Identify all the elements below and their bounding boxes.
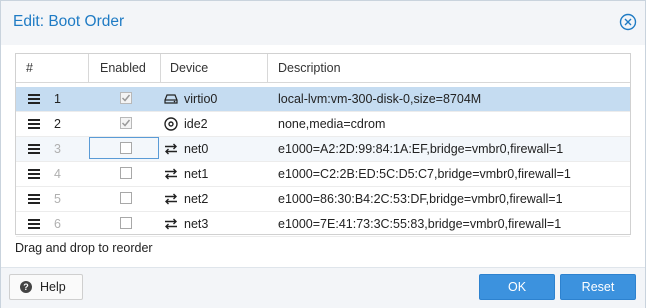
enabled-checkbox[interactable] bbox=[120, 117, 132, 129]
help-button[interactable]: ? Help bbox=[9, 274, 83, 300]
table-row[interactable]: 2 ide2 none,media=cdrom bbox=[16, 112, 630, 137]
device-name: net3 bbox=[184, 217, 209, 231]
dialog-title: Edit: Boot Order bbox=[13, 13, 125, 30]
device-description: local-lvm:vm-300-disk-0,size=8704M bbox=[278, 92, 482, 106]
row-number: 5 bbox=[54, 192, 61, 206]
row-number: 1 bbox=[54, 92, 61, 106]
drag-handle-icon[interactable] bbox=[28, 194, 40, 204]
device-name: net2 bbox=[184, 192, 209, 206]
ok-button[interactable]: OK bbox=[479, 274, 555, 300]
reset-button[interactable]: Reset bbox=[560, 274, 636, 300]
row-number: 4 bbox=[54, 167, 61, 181]
device-description: e1000=86:30:B4:2C:53:DF,bridge=vmbr0,fir… bbox=[278, 192, 563, 206]
table-row[interactable]: 3 net0 e1000=A2:2D:99:84:1A:EF,bridge=vm… bbox=[16, 137, 630, 162]
drag-handle-icon[interactable] bbox=[28, 219, 40, 229]
device-description: none,media=cdrom bbox=[278, 117, 386, 131]
cdrom-icon bbox=[164, 117, 178, 131]
help-icon: ? bbox=[20, 281, 32, 293]
device-name: net0 bbox=[184, 142, 209, 156]
hdd-icon bbox=[164, 94, 178, 104]
device-name: ide2 bbox=[184, 117, 208, 131]
help-button-label: Help bbox=[40, 280, 66, 294]
grid-header: # Enabled Device Description bbox=[16, 54, 630, 83]
device-description: e1000=C2:2B:ED:5C:D5:C7,bridge=vmbr0,fir… bbox=[278, 167, 571, 181]
close-icon[interactable] bbox=[619, 13, 637, 31]
device-name: net1 bbox=[184, 167, 209, 181]
enabled-checkbox[interactable] bbox=[120, 167, 132, 179]
drag-handle-icon[interactable] bbox=[28, 144, 40, 154]
row-number: 3 bbox=[54, 142, 61, 156]
table-row[interactable]: 6 net3 e1000=7E:41:73:3C:55:83,bridge=vm… bbox=[16, 212, 630, 237]
network-icon bbox=[165, 193, 177, 205]
device-description: e1000=7E:41:73:3C:55:83,bridge=vmbr0,fir… bbox=[278, 217, 562, 231]
column-header-enabled[interactable]: Enabled bbox=[100, 54, 146, 82]
drag-handle-icon[interactable] bbox=[28, 119, 40, 129]
enabled-checkbox[interactable] bbox=[120, 192, 132, 204]
dialog-footer: ? Help OK Reset bbox=[1, 267, 645, 308]
device-name: virtio0 bbox=[184, 92, 218, 106]
dialog-titlebar: Edit: Boot Order bbox=[1, 1, 645, 45]
reorder-hint: Drag and drop to reorder bbox=[15, 241, 153, 255]
boot-order-dialog: Edit: Boot Order # Enabled Device Descri… bbox=[0, 0, 646, 308]
row-number: 6 bbox=[54, 217, 61, 231]
row-number: 2 bbox=[54, 117, 61, 131]
drag-handle-icon[interactable] bbox=[28, 94, 40, 104]
boot-order-grid: # Enabled Device Description 1 virtio0 l… bbox=[15, 53, 631, 237]
column-header-device[interactable]: Device bbox=[170, 54, 208, 82]
table-row[interactable]: 4 net1 e1000=C2:2B:ED:5C:D5:C7,bridge=vm… bbox=[16, 162, 630, 187]
drag-handle-icon[interactable] bbox=[28, 169, 40, 179]
table-row[interactable]: 5 net2 e1000=86:30:B4:2C:53:DF,bridge=vm… bbox=[16, 187, 630, 212]
enabled-checkbox[interactable] bbox=[120, 217, 132, 229]
table-row[interactable]: 1 virtio0 local-lvm:vm-300-disk-0,size=8… bbox=[16, 87, 630, 112]
network-icon bbox=[165, 168, 177, 180]
column-header-description[interactable]: Description bbox=[278, 54, 341, 82]
column-header-number[interactable]: # bbox=[26, 54, 33, 82]
enabled-checkbox[interactable] bbox=[120, 142, 132, 154]
enabled-checkbox[interactable] bbox=[120, 92, 132, 104]
network-icon bbox=[165, 143, 177, 155]
network-icon bbox=[165, 218, 177, 230]
device-description: e1000=A2:2D:99:84:1A:EF,bridge=vmbr0,fir… bbox=[278, 142, 564, 156]
